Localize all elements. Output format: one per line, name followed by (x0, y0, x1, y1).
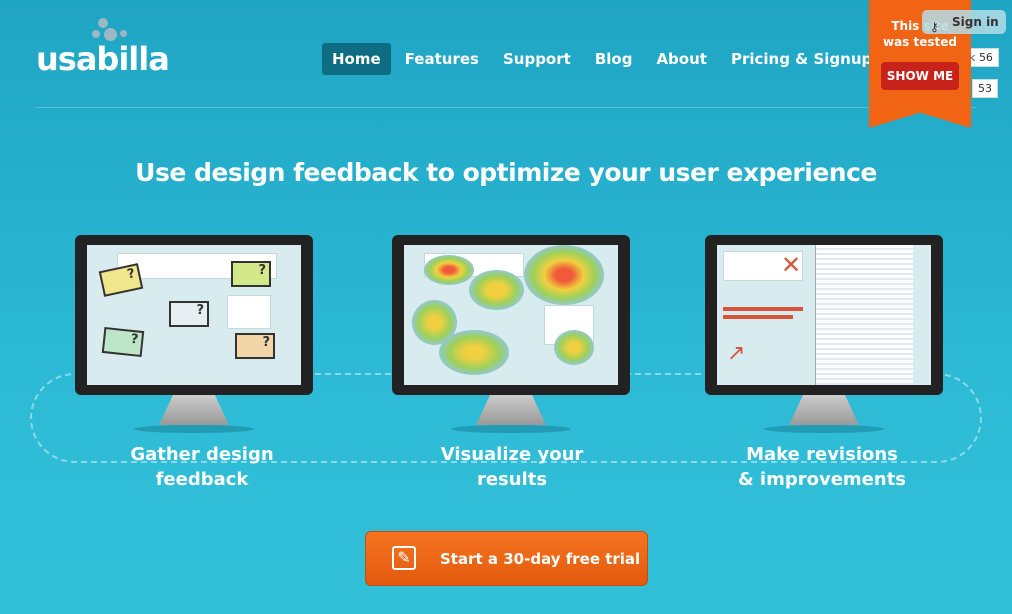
nav-support[interactable]: Support (493, 43, 581, 75)
step-gather: Gather design feedback (102, 442, 302, 492)
arrow-icon: ↗ (727, 341, 746, 366)
sign-in-button[interactable]: ⚷ Sign in (922, 10, 1006, 34)
mock-block (227, 295, 271, 329)
monitor-feedback: ? ? ? ? ? (75, 235, 313, 433)
monitor-shadow (764, 425, 884, 433)
show-me-button[interactable]: SHOW ME (881, 62, 959, 90)
logo-dot (120, 30, 127, 37)
like-count: 56 (978, 51, 993, 64)
step-line: Visualize your (440, 444, 584, 465)
monitor-stand (476, 395, 546, 425)
step-revise: Make revisions & improvements (722, 442, 922, 492)
feedback-note-icon: ? (98, 263, 144, 297)
monitor-shadow (451, 425, 571, 433)
free-trial-label: Start a 30-day free trial (440, 550, 641, 568)
pencil-icon: ✎ (392, 546, 416, 570)
close-x-icon: ✕ (781, 251, 802, 279)
ribbon-line2: was tested (883, 35, 957, 49)
nav-features[interactable]: Features (395, 43, 489, 75)
headline: Use design feedback to optimize your use… (135, 158, 877, 187)
usabilla-logo[interactable]: usabilla (36, 18, 170, 78)
monitor-stand (789, 395, 859, 425)
sign-in-label: Sign in (952, 15, 999, 29)
step-line: Gather design (130, 444, 274, 465)
heatmap-blob (524, 245, 604, 305)
heatmap-blob (424, 255, 474, 285)
heatmap-blob (554, 330, 594, 365)
feedback-note-icon: ? (231, 261, 271, 287)
feedback-note-icon: ? (235, 333, 275, 359)
revision-line (723, 315, 793, 319)
feedback-note-icon: ? (169, 301, 209, 327)
main-nav: Home Features Support Blog About Pricing… (322, 43, 882, 75)
feedback-note-icon: ? (101, 326, 145, 358)
nav-pricing-signup[interactable]: Pricing & Signup (721, 43, 882, 75)
step-line: results (476, 469, 548, 490)
step-line: & improvements (737, 469, 907, 490)
monitor-revisions: ✕ ↗ (705, 235, 943, 433)
nav-home[interactable]: Home (322, 43, 391, 75)
nav-about[interactable]: About (646, 43, 717, 75)
header-divider (36, 107, 976, 108)
revision-line (723, 307, 803, 311)
heatmap-blob (469, 270, 524, 310)
logo-dot (98, 18, 108, 28)
logo-text: usabilla (36, 40, 170, 78)
heatmap-blob (439, 330, 509, 375)
monitor-stand (159, 395, 229, 425)
monitor-heatmap (392, 235, 630, 433)
free-trial-button[interactable]: ✎ Start a 30-day free trial (365, 531, 648, 586)
step-visualize: Visualize your results (412, 442, 612, 492)
code-panel (815, 245, 913, 385)
step-line: Make revisions (746, 444, 898, 465)
logo-dot (92, 30, 100, 38)
key-icon: ⚷ (930, 20, 939, 34)
nav-blog[interactable]: Blog (585, 43, 643, 75)
share-count: 53 (972, 79, 998, 98)
step-line: feedback (155, 469, 249, 490)
monitor-shadow (134, 425, 254, 433)
